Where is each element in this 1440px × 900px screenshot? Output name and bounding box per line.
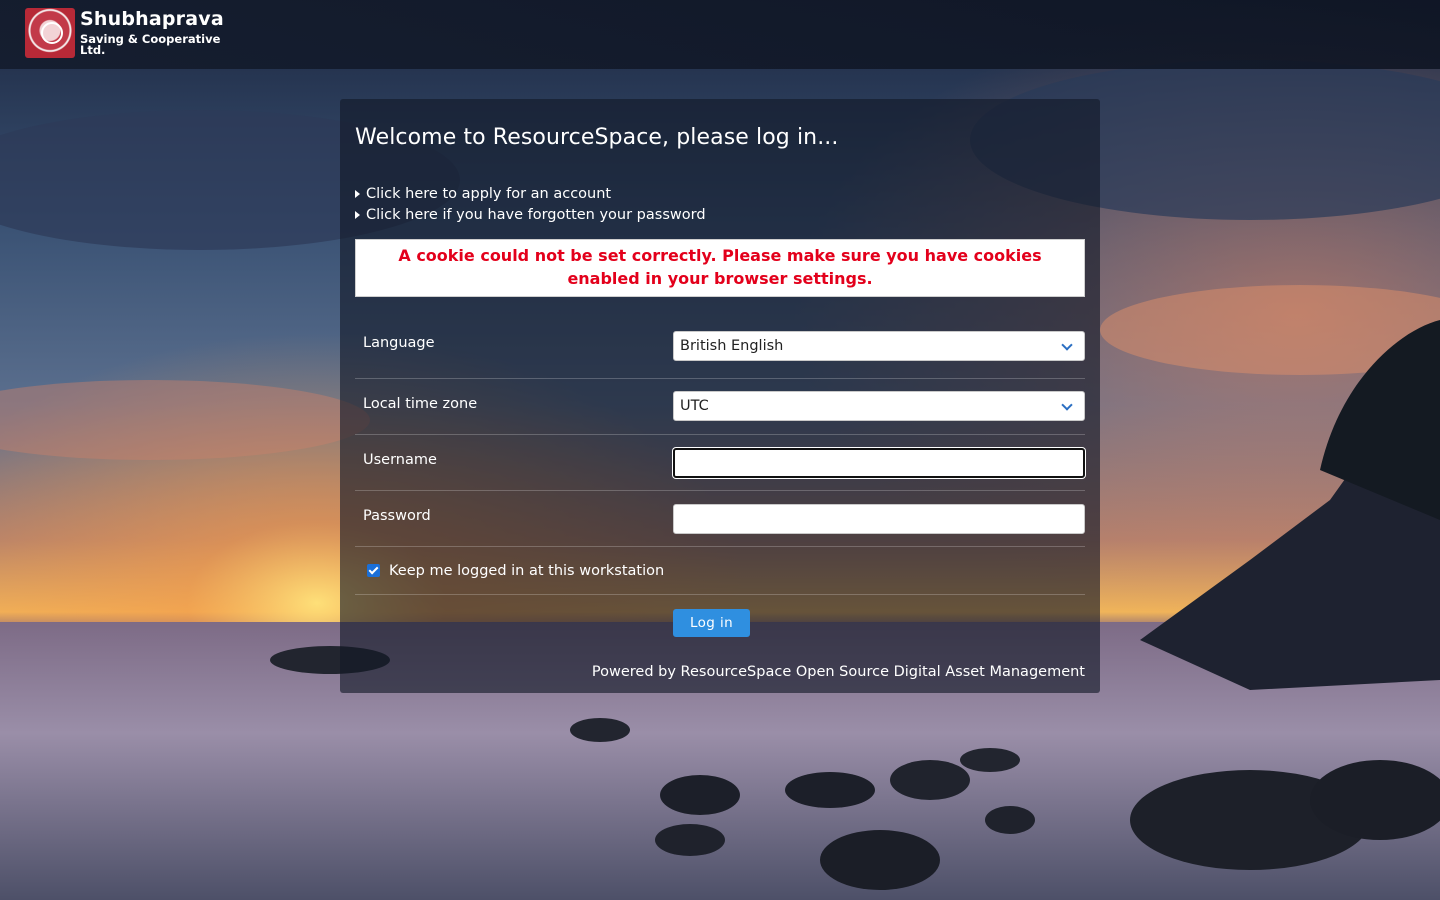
password-input[interactable]: [673, 504, 1085, 534]
forgot-password-link[interactable]: Click here if you have forgotten your pa…: [355, 204, 1085, 225]
login-form: Language British English Local time zone…: [355, 331, 1085, 595]
keep-logged-in-label[interactable]: Keep me logged in at this workstation: [389, 563, 664, 579]
chevron-down-icon: [1061, 399, 1073, 411]
login-button[interactable]: Log in: [673, 609, 750, 637]
top-header: Shubhaprava Saving & Cooperative Ltd.: [0, 0, 1440, 69]
caret-right-icon: [355, 189, 360, 198]
keep-logged-in-row: Keep me logged in at this workstation: [355, 547, 1085, 595]
username-label: Username: [363, 452, 437, 468]
timezone-label: Local time zone: [363, 396, 478, 412]
forgot-password-link-label: Click here if you have forgotten your pa…: [366, 206, 706, 223]
account-links: Click here to apply for an account Click…: [355, 183, 1085, 225]
app-logo[interactable]: Shubhaprava Saving & Cooperative Ltd.: [25, 8, 245, 58]
powered-by-link[interactable]: Powered by ResourceSpace Open Source Dig…: [592, 664, 1085, 680]
timezone-select-value: UTC: [680, 398, 709, 414]
chevron-down-icon: [1061, 339, 1073, 351]
apply-account-link-label: Click here to apply for an account: [366, 185, 612, 202]
page-title: Welcome to ResourceSpace, please log in.…: [355, 125, 839, 150]
language-select-value: British English: [680, 338, 784, 354]
logo-subtitle: Saving & Cooperative Ltd.: [80, 31, 221, 57]
username-row: Username: [355, 435, 1085, 491]
password-label: Password: [363, 508, 431, 524]
password-row: Password: [355, 491, 1085, 547]
cookie-error-message: A cookie could not be set correctly. Ple…: [355, 239, 1085, 297]
apply-account-link[interactable]: Click here to apply for an account: [355, 183, 1085, 204]
logo-text: Shubhaprava Saving & Cooperative Ltd.: [80, 7, 245, 57]
login-panel: Welcome to ResourceSpace, please log in.…: [340, 99, 1100, 693]
language-select[interactable]: British English: [673, 331, 1085, 361]
caret-right-icon: [355, 210, 360, 219]
username-input[interactable]: [673, 448, 1085, 478]
logo-emblem-icon: [25, 8, 75, 58]
timezone-select[interactable]: UTC: [673, 391, 1085, 421]
language-row: Language British English: [355, 331, 1085, 379]
language-label: Language: [363, 335, 435, 351]
keep-logged-in-checkbox[interactable]: [367, 564, 380, 577]
logo-title: Shubhaprava: [80, 7, 224, 30]
timezone-row: Local time zone UTC: [355, 379, 1085, 435]
